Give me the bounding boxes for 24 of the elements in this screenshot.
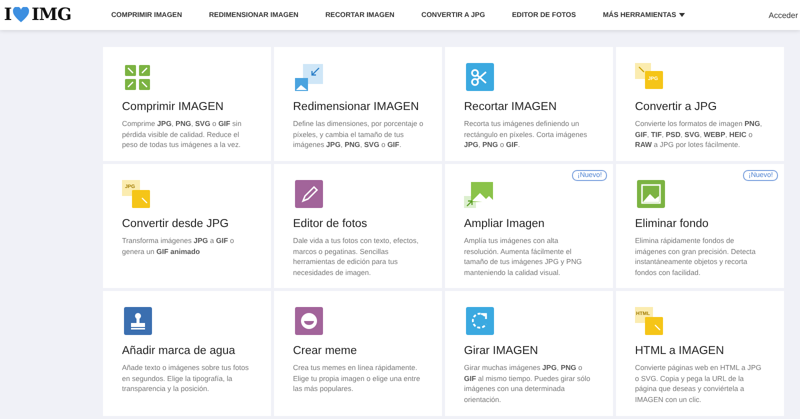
tool-title: Comprimir IMAGEN (122, 101, 225, 113)
laughing-face-icon (293, 307, 325, 337)
pencil-icon (293, 180, 325, 210)
tool-title: Redimensionar IMAGEN (293, 101, 420, 113)
picture-icon (635, 180, 667, 210)
tool-title: Convertir a JPG (635, 101, 718, 113)
stamp-icon (122, 307, 154, 337)
scissors-icon (464, 63, 496, 93)
logo-text[interactable]: I (4, 5, 12, 25)
tool-title: Añadir marca de agua (122, 345, 236, 357)
tool-title: Convertir desde JPG (122, 218, 230, 230)
heart-icon (12, 7, 30, 23)
tool-title: Editor de fotos (293, 218, 368, 230)
login-link[interactable]: Acceder (768, 10, 798, 20)
tool-title: Crear meme (293, 345, 358, 357)
rotate-icon (464, 307, 496, 337)
tool-title: Ampliar Imagen (464, 218, 546, 230)
logo-text[interactable]: IMG (31, 5, 72, 25)
tool-title: HTML a IMAGEN (635, 345, 726, 357)
tool-title: Eliminar fondo (635, 218, 710, 230)
picture-enlarge-icon (464, 180, 496, 210)
tool-title: Recortar IMAGEN (464, 101, 558, 113)
tool-title: Girar IMAGEN (464, 345, 540, 357)
resize-icon (293, 63, 325, 93)
